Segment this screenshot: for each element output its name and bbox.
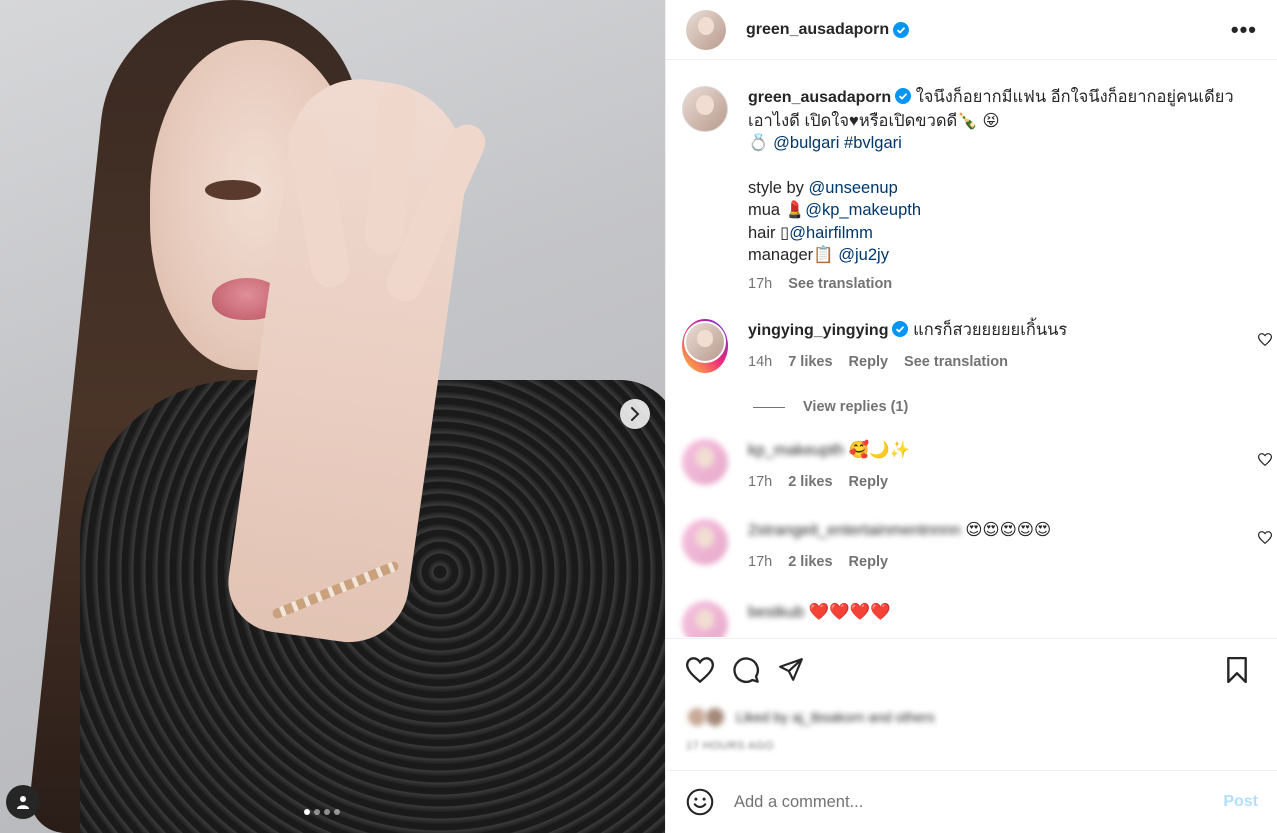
post-detail-panel: green_ausadaporn ••• green_ausadaporn ใจ… xyxy=(665,0,1277,833)
mention-link[interactable]: @bulgari xyxy=(773,134,839,152)
liked-by-summary[interactable]: Liked by aj_tbsakorn and others xyxy=(686,706,934,728)
add-comment-input[interactable] xyxy=(734,792,1224,812)
view-replies-label: View replies (1) xyxy=(803,399,909,415)
comment-item: 2strangeit_entertainmentnnnn 😍😍😍😍😍 17h 2… xyxy=(666,493,1277,573)
post-actions xyxy=(666,638,1277,700)
caption-label: manager📋 xyxy=(748,246,839,264)
comment-username[interactable]: kp_makeupth xyxy=(748,442,844,459)
caption-line: เอาไงดี เปิดใจ♥หรือเปิดขวดดี🍾 😝 xyxy=(748,111,1000,130)
avatar[interactable] xyxy=(682,519,728,565)
comment-item: yingying_yingying แกรก็สวยยยยยเกิ้นนร 14… xyxy=(666,295,1277,373)
hashtag-link[interactable]: #bvlgari xyxy=(844,134,902,152)
ring-emoji: 💍 xyxy=(748,134,774,152)
carousel-dot xyxy=(304,809,310,815)
like-comment-heart-icon[interactable] xyxy=(1258,453,1272,466)
hair-glyph: ▯ xyxy=(780,223,790,242)
comment-username[interactable]: bestkub xyxy=(748,604,804,621)
liked-by-text: Liked by aj_tbsakorn and others xyxy=(736,709,935,725)
reply-button[interactable]: Reply xyxy=(849,471,889,494)
header-username[interactable]: green_ausadaporn xyxy=(746,21,889,39)
mention-link[interactable]: @kp_makeupth xyxy=(805,201,921,219)
reply-button[interactable]: Reply xyxy=(849,551,889,574)
mention-link[interactable]: @unseenup xyxy=(809,179,898,197)
comment-text: ❤️❤️❤️❤️ xyxy=(808,603,891,621)
divider-line xyxy=(753,406,785,408)
carousel-dot xyxy=(314,809,320,815)
carousel-dot xyxy=(334,809,340,815)
post-header: green_ausadaporn ••• xyxy=(666,0,1277,60)
save-bookmark-icon[interactable] xyxy=(1226,656,1248,683)
comment-likes[interactable]: 2 likes xyxy=(788,471,832,494)
liker-avatar xyxy=(704,706,726,728)
comment-likes[interactable]: 7 likes xyxy=(788,351,832,374)
carousel-dot xyxy=(324,809,330,815)
comment-username[interactable]: 2strangeit_entertainmentnnnn xyxy=(748,522,961,539)
caption-username[interactable]: green_ausadaporn xyxy=(748,89,891,106)
verified-badge-icon xyxy=(895,88,912,104)
like-comment-heart-icon[interactable] xyxy=(1258,531,1272,544)
see-translation-button[interactable]: See translation xyxy=(904,351,1008,374)
comment-composer: Post xyxy=(666,770,1277,833)
carousel-dots xyxy=(304,809,340,815)
view-replies-button[interactable]: View replies (1) xyxy=(753,399,1277,415)
comment-text: แกรก็สวยยยยยเกิ้นนร xyxy=(913,321,1068,339)
comment-item: kp_makeupth 🥰🌙✨ 17h 2 likes Reply xyxy=(666,415,1277,493)
caption-label: style by xyxy=(748,178,809,197)
next-image-button[interactable] xyxy=(620,399,650,429)
post-image[interactable] xyxy=(0,0,665,833)
comment-time[interactable]: 17h xyxy=(748,551,772,574)
verified-badge-icon xyxy=(893,21,910,38)
caption-line: ใจนึงก็อยากมีแฟน อีกใจนึงก็อยากอยู่คนเดี… xyxy=(915,88,1234,106)
like-comment-heart-icon[interactable] xyxy=(1258,333,1272,346)
chevron-right-icon xyxy=(631,407,640,421)
avatar xyxy=(684,321,726,363)
caption-label: mua 💄 xyxy=(748,201,806,219)
comment-time[interactable]: 14h xyxy=(748,351,772,374)
avatar[interactable] xyxy=(682,86,728,132)
share-paper-plane-icon[interactable] xyxy=(778,657,804,683)
avatar[interactable] xyxy=(682,439,728,485)
story-ring[interactable] xyxy=(682,319,728,373)
avatar[interactable] xyxy=(686,9,726,50)
post-comment-button[interactable]: Post xyxy=(1223,793,1258,811)
tagged-users-button[interactable] xyxy=(6,785,40,819)
comment-username[interactable]: yingying_yingying xyxy=(748,322,888,339)
more-options-button[interactable]: ••• xyxy=(1231,17,1257,43)
emoji-smiley-icon[interactable] xyxy=(686,788,714,816)
caption-label: hair xyxy=(748,223,781,242)
verified-badge-icon xyxy=(892,321,909,337)
comment-item: bestkub ❤️❤️❤️❤️ xyxy=(666,573,1277,637)
comment-text: 😍😍😍😍😍 xyxy=(965,521,1052,539)
user-icon xyxy=(17,796,29,809)
comment-likes[interactable]: 2 likes xyxy=(788,551,832,574)
comment-bubble-icon[interactable] xyxy=(732,656,760,684)
mention-link[interactable]: @hairfilmm xyxy=(789,224,873,242)
see-translation-button[interactable]: See translation xyxy=(788,273,892,296)
caption: green_ausadaporn ใจนึงก็อยากมีแฟน อีกใจน… xyxy=(666,70,1277,295)
reply-button[interactable]: Reply xyxy=(849,351,889,374)
photo-eye xyxy=(205,180,261,200)
avatar[interactable] xyxy=(682,601,728,637)
caption-time[interactable]: 17h xyxy=(748,273,772,296)
mention-link[interactable]: @ju2jy xyxy=(838,246,889,264)
comment-time[interactable]: 17h xyxy=(748,471,772,494)
post-timestamp[interactable]: 17 HOURS AGO xyxy=(686,740,774,752)
like-heart-icon[interactable] xyxy=(686,656,714,683)
comments-list[interactable]: green_ausadaporn ใจนึงก็อยากมีแฟน อีกใจน… xyxy=(666,70,1277,637)
comment-text: 🥰🌙✨ xyxy=(848,441,911,459)
